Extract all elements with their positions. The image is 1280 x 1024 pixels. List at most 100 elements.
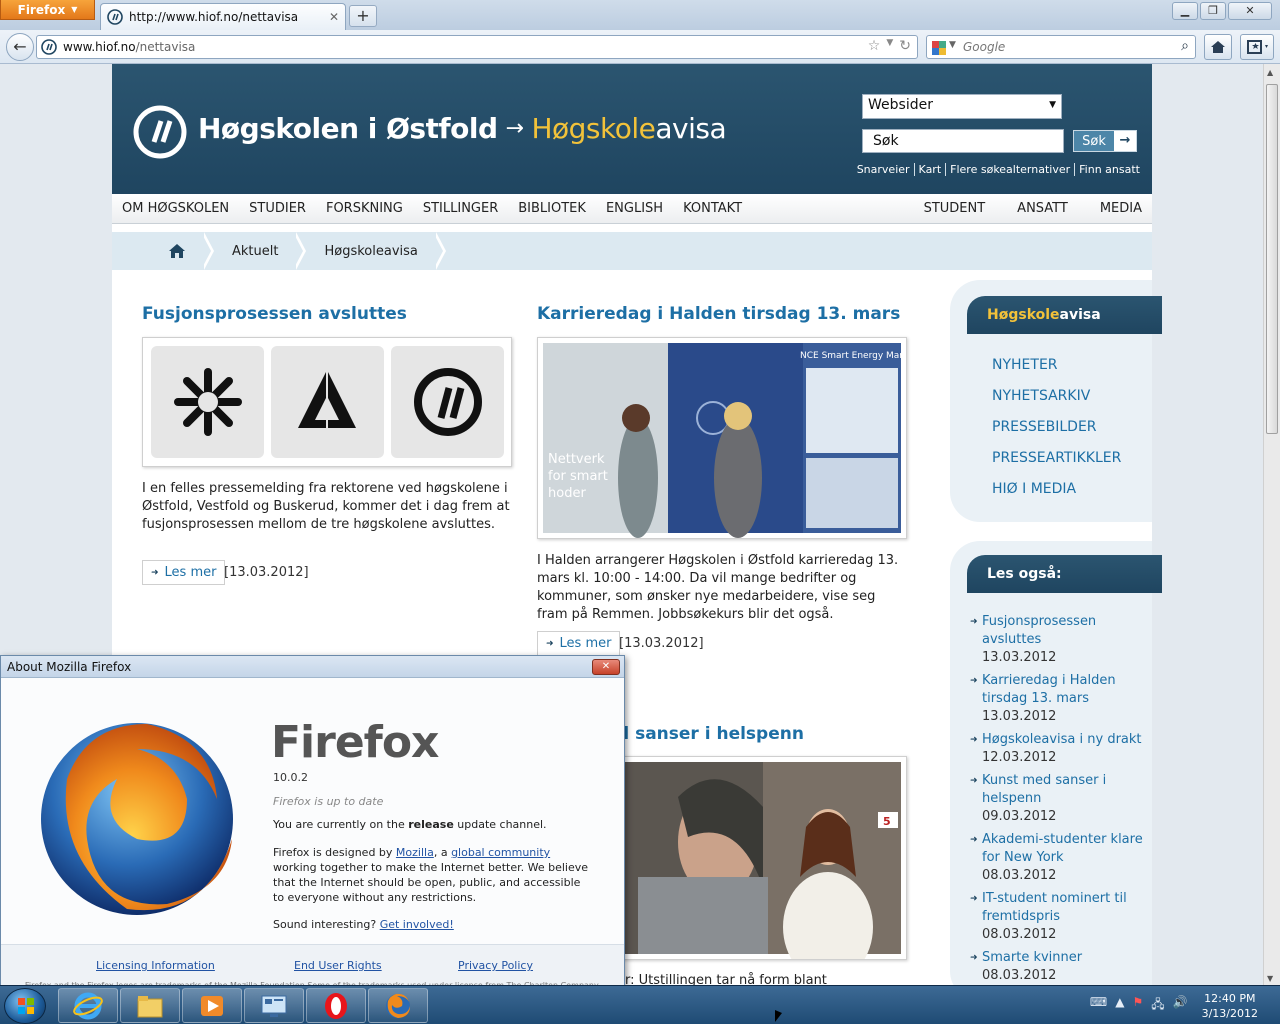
breadcrumb-home[interactable] — [112, 232, 214, 270]
volume-icon[interactable]: 🔊 — [1173, 995, 1188, 1016]
sidebar-link[interactable]: PRESSEARTIKKLER — [992, 450, 1121, 466]
nav-item[interactable]: ANSATT — [1007, 201, 1090, 216]
scrollbar-thumb[interactable] — [1266, 84, 1278, 434]
quicklink[interactable]: Flere søkealternativer — [945, 163, 1074, 176]
global-community-link[interactable]: global community — [451, 846, 550, 859]
action-center-icon[interactable]: ⚑ — [1132, 995, 1143, 1016]
get-involved-link[interactable]: Get involved! — [380, 918, 454, 931]
read-more-label: Les mer — [559, 636, 612, 651]
related-title[interactable]: Karrieredag i Halden tirsdag 13. mars — [970, 672, 1150, 708]
breadcrumb-item[interactable]: Høgskoleavisa — [298, 232, 447, 270]
quicklink[interactable]: Snarveier — [853, 163, 914, 176]
end-user-rights-link[interactable]: End User Rights — [294, 959, 382, 972]
sidebar-link[interactable]: PRESSEBILDER — [992, 419, 1097, 435]
quicklink[interactable]: Finn ansatt — [1074, 163, 1144, 176]
back-button[interactable]: ← — [6, 33, 34, 61]
site-search-input[interactable]: Søk — [862, 129, 1064, 153]
article-image-careerday[interactable]: Nettverk for smart hoder NCE Smart Energ… — [537, 337, 922, 539]
privacy-policy-link[interactable]: Privacy Policy — [458, 959, 533, 972]
dialog-titlebar[interactable]: About Mozilla Firefox ✕ — [1, 656, 624, 678]
bookmarks-button[interactable] — [1240, 34, 1274, 60]
nav-item[interactable]: FORSKNING — [316, 201, 413, 216]
related-title[interactable]: Kunst med sanser i helspenn — [970, 772, 1150, 808]
licensing-link[interactable]: Licensing Information — [96, 959, 215, 972]
top-navigation: OM HØGSKOLEN STUDIER FORSKNING STILLINGE… — [112, 194, 1152, 224]
image-caption-text: Nettverk — [548, 452, 605, 467]
scroll-down-icon[interactable]: ▼ — [1267, 974, 1273, 983]
tab-nettavisa[interactable]: http://www.hiof.no/nettavisa ✕ — [100, 3, 346, 30]
article-title[interactable]: Fusjonsprosessen avsluttes — [142, 304, 407, 324]
websider-select[interactable]: Websider ▼ — [862, 94, 1062, 119]
svg-text:for smart: for smart — [548, 469, 608, 484]
related-title[interactable]: IT-student nominert til fremtidspris — [970, 890, 1150, 926]
reload-icon[interactable]: ↻ — [899, 38, 911, 54]
window-close-button[interactable]: ✕ — [1228, 2, 1272, 20]
taskbar-explorer[interactable] — [120, 988, 180, 1023]
related-title[interactable]: Smarte kvinner — [970, 949, 1150, 967]
site-search-button[interactable]: Søk → — [1073, 130, 1137, 152]
google-icon[interactable] — [931, 40, 947, 56]
related-title[interactable]: Akademi-studenter klare for New York — [970, 831, 1150, 867]
network-icon[interactable]: 🖧 — [1151, 995, 1164, 1016]
article-image-logos[interactable] — [142, 337, 512, 467]
tray-expand-icon[interactable]: ▲ — [1115, 995, 1124, 1016]
taskbar-internet-explorer[interactable] — [58, 988, 118, 1023]
arrow-right-icon: ➜ — [546, 638, 554, 649]
engine-dropdown-icon[interactable]: ▼ — [949, 40, 956, 50]
related-item[interactable]: IT-student nominert til fremtidspris 08.… — [970, 890, 1150, 944]
update-status: Firefox is up to date — [273, 795, 384, 808]
bookmark-star-icon[interactable]: ☆ — [868, 38, 881, 54]
sidebar-link[interactable]: NYHETSARKIV — [992, 388, 1090, 404]
related-item[interactable]: Karrieredag i Halden tirsdag 13. mars 13… — [970, 672, 1150, 726]
related-title[interactable]: Høgskoleavisa i ny drakt — [970, 731, 1150, 749]
search-bar[interactable]: ▼ Google ⌕ — [926, 35, 1196, 59]
firefox-menu-button[interactable]: Firefox ▼ — [0, 0, 95, 20]
related-item[interactable]: Fusjonsprosessen avsluttes 13.03.2012 — [970, 613, 1150, 667]
article-title[interactable]: Karrieredag i Halden tirsdag 13. mars — [537, 304, 900, 324]
nav-item[interactable]: STUDENT — [914, 201, 1008, 216]
breadcrumb-item[interactable]: Aktuelt — [206, 232, 307, 270]
article-title[interactable]: d sanser i helspenn — [617, 724, 804, 744]
nav-item[interactable]: STILLINGER — [413, 201, 508, 216]
taskbar-opera[interactable] — [306, 988, 366, 1023]
read-more-label: Les mer — [164, 565, 217, 580]
site-identity-icon[interactable] — [41, 39, 57, 55]
quicklink[interactable]: Kart — [913, 163, 946, 176]
nav-item[interactable]: KONTAKT — [673, 201, 752, 216]
scroll-up-icon[interactable]: ▲ — [1267, 68, 1273, 77]
related-item[interactable]: Kunst med sanser i helspenn 09.03.2012 — [970, 772, 1150, 826]
taskbar-media-player[interactable] — [182, 988, 242, 1023]
related-item[interactable]: Høgskoleavisa i ny drakt 12.03.2012 — [970, 731, 1150, 767]
restore-button[interactable]: ❐ — [1200, 2, 1226, 20]
related-title[interactable]: Fusjonsprosessen avsluttes — [970, 613, 1150, 649]
nav-item[interactable]: MEDIA — [1090, 201, 1152, 216]
hiof-logo-icon[interactable] — [132, 104, 188, 160]
minimize-button[interactable]: ▁ — [1172, 2, 1198, 20]
home-button[interactable] — [1204, 34, 1232, 60]
keyboard-icon[interactable]: ⌨ — [1090, 995, 1107, 1016]
nav-item[interactable]: STUDIER — [239, 201, 316, 216]
search-icon[interactable]: ⌕ — [1181, 38, 1189, 54]
brand-name: Høgskolen i Østfold — [198, 112, 498, 145]
sidebar-link[interactable]: NYHETER — [992, 357, 1058, 373]
vertical-scrollbar[interactable]: ▲ ▼ — [1263, 64, 1280, 990]
read-more-button[interactable]: ➜ Les mer — [142, 560, 226, 585]
start-button[interactable] — [4, 988, 46, 1024]
read-more-button[interactable]: ➜ Les mer — [537, 631, 621, 656]
mozilla-link[interactable]: Mozilla — [396, 846, 434, 859]
history-dropdown-icon[interactable]: ▼ — [886, 38, 893, 54]
new-tab-button[interactable]: + — [349, 5, 377, 27]
taskbar-control-panel[interactable] — [244, 988, 304, 1023]
nav-item[interactable]: BIBLIOTEK — [508, 201, 596, 216]
dialog-close-button[interactable]: ✕ — [592, 659, 620, 675]
clock[interactable]: 12:40 PM 3/13/2012 — [1202, 991, 1258, 1021]
nav-item[interactable]: OM HØGSKOLEN — [112, 201, 239, 216]
taskbar-firefox[interactable] — [368, 988, 428, 1023]
url-bar[interactable]: www.hiof.no/nettavisa ☆ ▼ ↻ — [36, 35, 918, 59]
sidebar-link[interactable]: HIØ I MEDIA — [992, 481, 1076, 497]
nav-item[interactable]: ENGLISH — [596, 201, 673, 216]
site-brand[interactable]: Høgskolen i Østfold → Høgskoleavisa — [198, 112, 727, 145]
tab-close-icon[interactable]: ✕ — [329, 10, 339, 24]
related-item[interactable]: Akademi-studenter klare for New York 08.… — [970, 831, 1150, 885]
related-item[interactable]: Smarte kvinner 08.03.2012 — [970, 949, 1150, 985]
